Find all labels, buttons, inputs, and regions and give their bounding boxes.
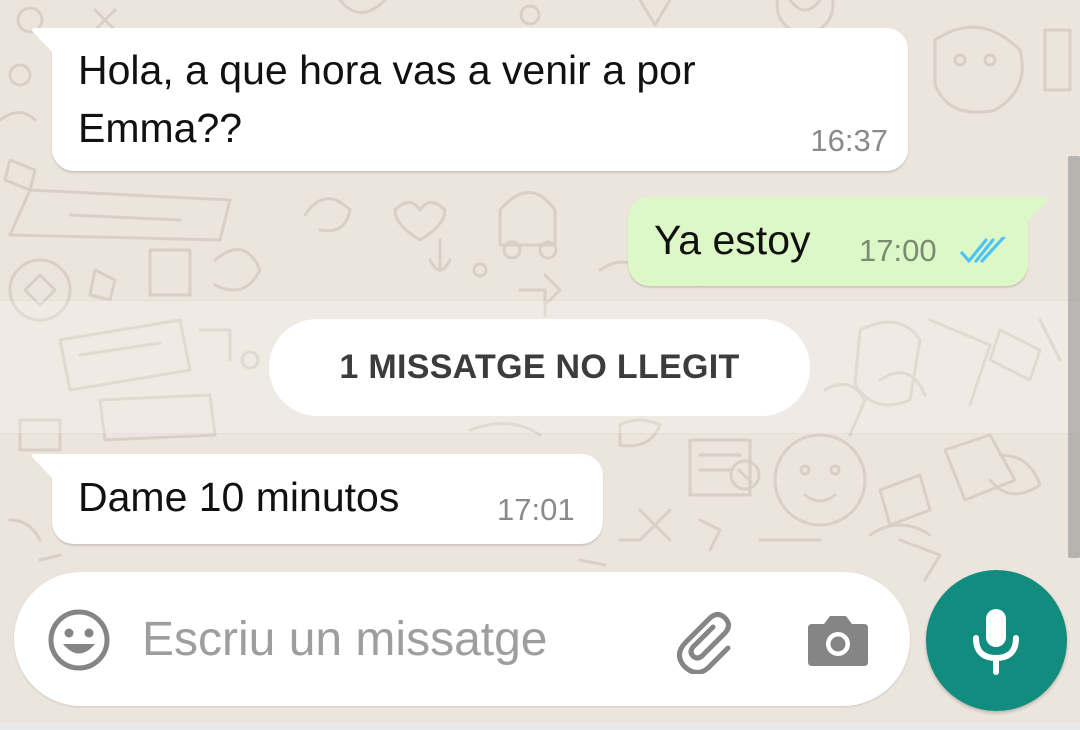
voice-record-button[interactable] <box>926 570 1067 711</box>
paperclip-icon[interactable] <box>674 608 740 674</box>
chat-scrollbar[interactable] <box>1068 156 1080 558</box>
bubble-tail <box>31 28 54 54</box>
unread-messages-banner: 1 MISSATGE NO LLEGIT <box>269 319 810 416</box>
bubble-tail <box>31 454 54 480</box>
message-bubble-incoming[interactable]: Hola, a que hora vas a venir a por Emma?… <box>31 28 908 171</box>
message-timestamp: 17:01 <box>497 492 575 527</box>
message-composer <box>14 572 910 706</box>
bubble-tail <box>1026 197 1049 223</box>
message-text: Dame 10 minutos <box>78 474 400 520</box>
screen-bottom-edge <box>0 722 1080 730</box>
message-timestamp: 17:00 <box>859 233 937 268</box>
message-text: Hola, a que hora vas a venir a por Emma?… <box>78 47 696 151</box>
camera-icon[interactable] <box>806 608 870 672</box>
message-input[interactable] <box>142 602 642 676</box>
message-timestamp: 16:37 <box>810 123 888 158</box>
unread-banner-label: 1 MISSATGE NO LLEGIT <box>339 348 740 386</box>
message-bubble-outgoing[interactable]: Ya estoy 17:00 <box>628 197 1049 286</box>
smiley-icon[interactable] <box>46 607 112 673</box>
message-text: Ya estoy <box>654 217 811 263</box>
double-check-read-icon <box>960 237 1006 263</box>
microphone-icon <box>973 609 1019 675</box>
message-bubble-incoming[interactable]: Dame 10 minutos 17:01 <box>31 454 603 544</box>
